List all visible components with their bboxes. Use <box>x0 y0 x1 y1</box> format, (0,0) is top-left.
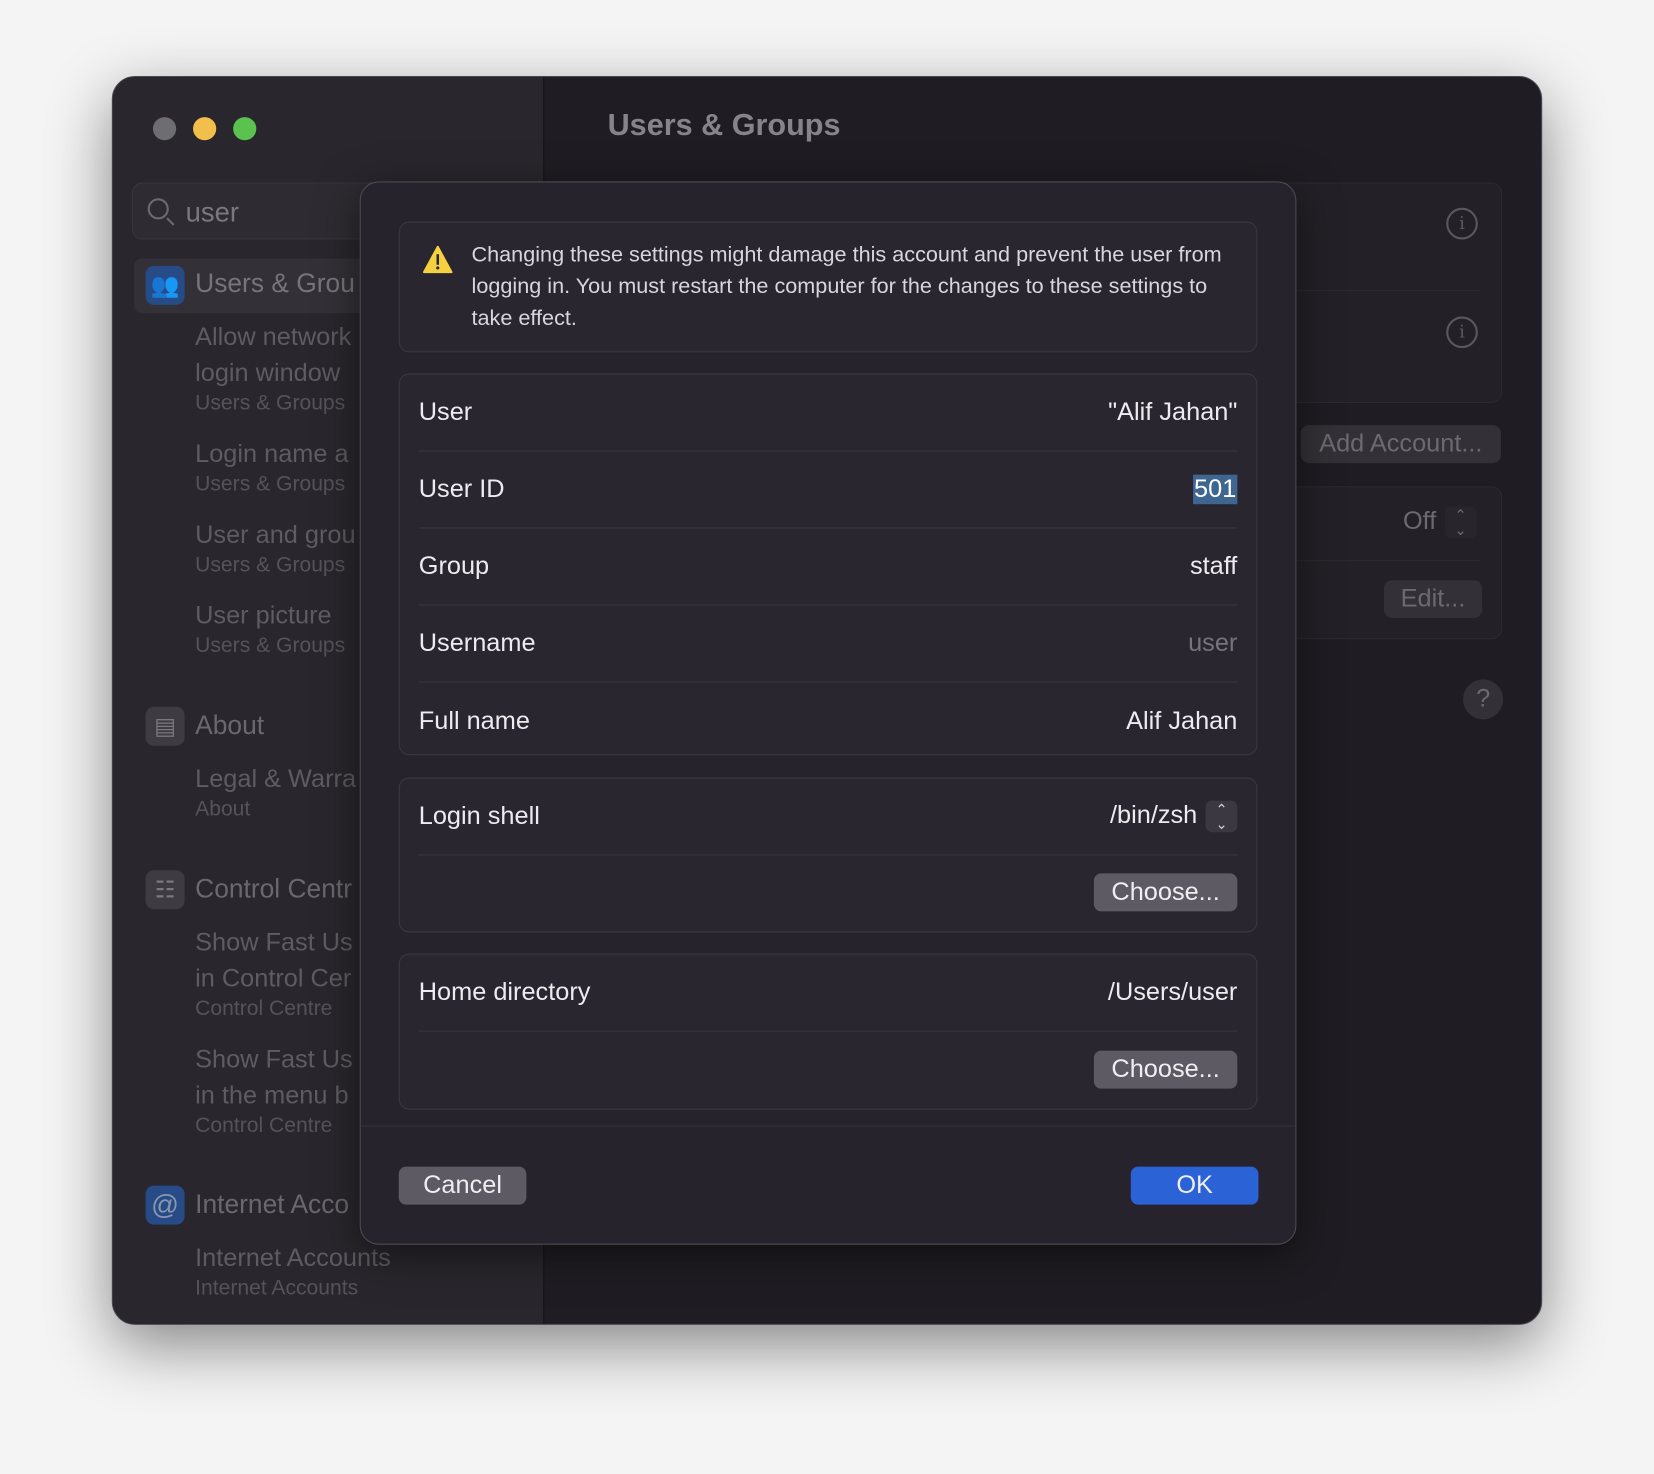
sidebar-heading[interactable]: Internet Acco <box>195 1190 349 1221</box>
field-user: User "Alif Jahan" <box>418 374 1238 452</box>
field-label: Login shell <box>418 801 540 831</box>
auto-login-select[interactable]: Off ⌃ ⌄ <box>1402 506 1477 538</box>
search-input[interactable]: user <box>186 196 239 229</box>
field-full-name: Full name Alif Jahan <box>419 682 1238 759</box>
field-label: User ID <box>418 474 505 504</box>
result-title: User and grou <box>195 521 356 550</box>
search-result[interactable]: User and grou Users & Groups <box>195 518 355 578</box>
username-input[interactable]: user <box>1188 629 1237 659</box>
login-shell-select[interactable]: /bin/zsh ⌃ ⌄ <box>1109 800 1238 833</box>
add-account-button[interactable]: Add Account... <box>1300 425 1502 464</box>
result-title: Internet Accounts <box>195 1243 391 1273</box>
result-subtitle: Users & Groups <box>195 472 346 496</box>
field-value: "Alif Jahan" <box>1108 397 1238 427</box>
cancel-button[interactable]: Cancel <box>398 1166 527 1205</box>
result-subtitle: Control Centre <box>195 996 333 1021</box>
select-value: /bin/zsh <box>1109 800 1198 830</box>
chevron-up-down-icon: ⌃ ⌄ <box>1444 506 1477 538</box>
warning-icon <box>422 245 453 274</box>
result-title: Allow network <box>195 322 352 352</box>
choose-login-shell-button[interactable]: Choose... <box>1093 873 1238 912</box>
close-button[interactable] <box>152 117 177 141</box>
result-subtitle: Control Centre <box>195 1113 333 1138</box>
search-result[interactable]: Internet Accounts Internet Accounts <box>195 1241 391 1301</box>
info-icon[interactable]: i <box>1446 207 1478 240</box>
field-value: /Users/user <box>1107 977 1238 1007</box>
field-label: Home directory <box>418 977 591 1007</box>
at-sign-icon: @ <box>145 1185 185 1225</box>
sidebar-heading[interactable]: About <box>195 711 264 742</box>
help-button[interactable]: ? <box>1463 679 1504 720</box>
group-input[interactable]: staff <box>1190 552 1237 582</box>
field-username: Username user <box>418 605 1238 683</box>
search-result[interactable]: User picture Users & Groups <box>195 598 345 658</box>
field-label: User <box>418 397 473 427</box>
login-shell-group: Login shell/bin/zsh ⌃ ⌄ Choose... <box>398 777 1258 933</box>
search-result[interactable]: Show Fast Us in the menu b Control Centr… <box>195 1042 353 1138</box>
warning-text: Changing these settings might damage thi… <box>471 242 1222 331</box>
field-label: Full name <box>418 706 530 735</box>
info-icon[interactable]: i <box>1446 316 1478 349</box>
minimize-button[interactable] <box>193 117 217 141</box>
search-result[interactable]: Show Fast Us in Control Cer Control Cent… <box>195 925 353 1021</box>
home-directory-group: Home directory/Users/user Choose... <box>398 953 1258 1110</box>
result-title: login window <box>195 358 341 388</box>
choose-home-directory-button[interactable]: Choose... <box>1093 1050 1238 1089</box>
ok-button[interactable]: OK <box>1130 1166 1259 1205</box>
field-home-directory: Home directory/Users/user <box>418 955 1238 1032</box>
field-user-id: User ID 501 <box>418 451 1238 529</box>
result-title: Show Fast Us <box>195 1045 353 1074</box>
result-title: Login name a <box>195 439 349 469</box>
chevron-up-down-icon: ⌃ ⌄ <box>1205 800 1238 833</box>
people-icon: 👥 <box>145 265 185 305</box>
result-subtitle: Internet Accounts <box>195 1276 359 1300</box>
full-name-input[interactable]: Alif Jahan <box>1126 706 1237 736</box>
result-title: Legal & Warra <box>195 764 357 794</box>
result-subtitle: Users & Groups <box>195 391 346 415</box>
search-result[interactable]: Legal & Warra About <box>195 762 356 822</box>
account-info-group: User "Alif Jahan" User ID 501 Group staff U… <box>398 373 1258 756</box>
result-title: in Control Cer <box>195 964 352 993</box>
field-label: Group <box>418 551 490 581</box>
edit-button[interactable]: Edit... <box>1383 580 1483 619</box>
result-title: in the menu b <box>195 1081 349 1110</box>
page-title: Users & Groups <box>607 108 841 143</box>
result-title: Show Fast Us <box>195 928 353 957</box>
zoom-button[interactable] <box>233 117 257 141</box>
laptop-icon: ▤ <box>145 706 185 746</box>
search-result[interactable]: Login name a Users & Groups <box>195 437 348 497</box>
user-id-input[interactable]: 501 <box>1192 474 1238 505</box>
footer-divider <box>360 1125 1296 1127</box>
warning-box: Changing these settings might damage thi… <box>398 221 1258 353</box>
result-subtitle: Users & Groups <box>195 553 346 578</box>
result-subtitle: Users & Groups <box>195 633 346 658</box>
field-group: Group staff <box>418 528 1238 606</box>
result-title: User picture <box>195 601 332 630</box>
user-advanced-options-dialog: Changing these settings might damage thi… <box>359 181 1297 1245</box>
result-subtitle: About <box>195 797 251 821</box>
field-login-shell: Login shell/bin/zsh ⌃ ⌄ <box>418 778 1238 856</box>
search-result[interactable]: Allow network login window Users & Group… <box>195 320 351 416</box>
sidebar-heading: Users & Grou <box>195 268 355 299</box>
magnifying-glass-icon <box>147 198 169 220</box>
select-value: Off <box>1402 506 1437 536</box>
field-label: Username <box>418 628 536 658</box>
toggles-icon: ☷ <box>145 870 185 910</box>
sidebar-heading[interactable]: Control Centr <box>195 874 352 905</box>
